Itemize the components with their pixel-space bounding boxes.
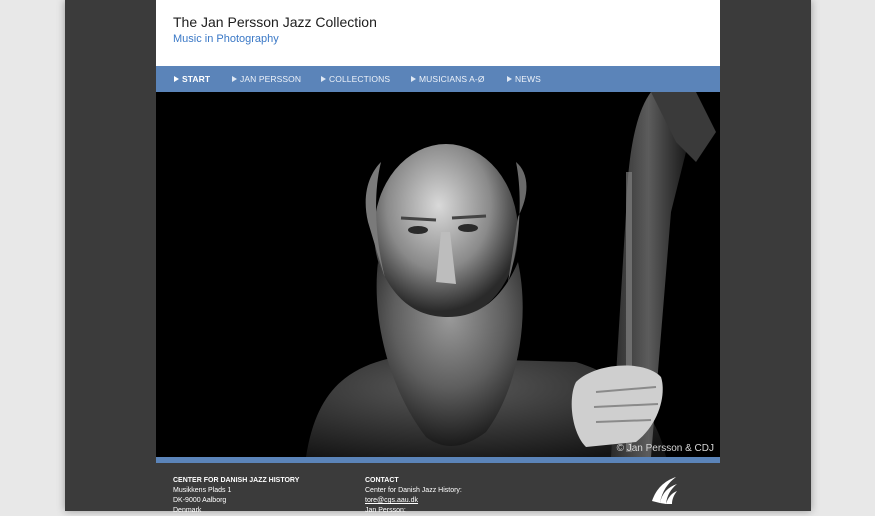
footer-line: Center for Danish Jazz History: — [365, 487, 462, 494]
university-logo-icon — [652, 477, 677, 504]
triangle-right-icon — [321, 76, 326, 82]
site-title: The Jan Persson Jazz Collection — [173, 14, 377, 30]
triangle-right-icon — [411, 76, 416, 82]
footer-contact: CONTACT Center for Danish Jazz History: … — [365, 476, 462, 516]
nav-item-musicians[interactable]: Musicians A-Ø — [411, 66, 485, 92]
site-header: The Jan Persson Jazz Collection Music in… — [156, 0, 720, 66]
site-subtitle-link[interactable]: Music in Photography — [173, 33, 279, 45]
site-footer: CENTER FOR DANISH JAZZ HISTORY Musikkens… — [156, 463, 720, 514]
footer-line: Musikkens Plads 1 — [173, 487, 232, 494]
footer-line: Denmark — [173, 507, 202, 514]
triangle-right-icon — [232, 76, 237, 82]
footer-address: CENTER FOR DANISH JAZZ HISTORY Musikkens… — [173, 476, 299, 516]
triangle-right-icon — [507, 76, 512, 82]
musician-portrait — [306, 92, 716, 457]
footer-heading: CENTER FOR DANISH JAZZ HISTORY — [173, 477, 300, 484]
footer-heading: CONTACT — [365, 477, 399, 484]
nav-item-start[interactable]: Start — [174, 66, 210, 92]
triangle-right-icon — [174, 76, 179, 82]
nav-item-news[interactable]: News — [507, 66, 541, 92]
nav-item-jan-persson[interactable]: Jan Persson — [232, 66, 301, 92]
photo-credit: © Jan Persson & CDJ — [616, 443, 714, 454]
hero-photo: © Jan Persson & CDJ — [156, 92, 720, 457]
footer-line: Jan Persson: — [365, 507, 406, 514]
nav-item-collections[interactable]: Collections — [321, 66, 390, 92]
main-nav: Start Jan Persson Collections Musicians … — [156, 66, 720, 92]
contact-email-link[interactable]: tore@cgs.aau.dk — [365, 496, 462, 506]
footer-line: DK-9000 Aalborg — [173, 497, 227, 504]
page-container: The Jan Persson Jazz Collection Music in… — [156, 0, 720, 514]
